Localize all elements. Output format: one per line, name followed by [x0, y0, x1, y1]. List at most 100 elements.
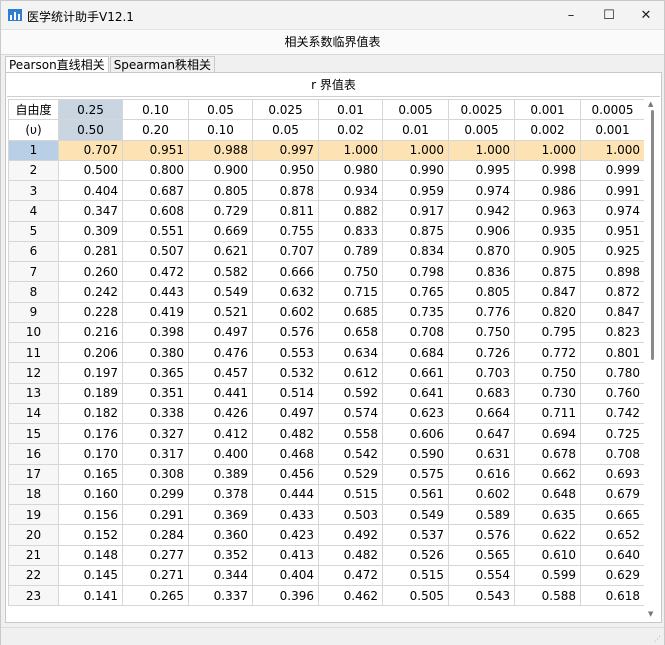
column-header[interactable]: 0.50 — [58, 119, 123, 141]
table-cell[interactable]: 0.145 — [58, 564, 123, 587]
column-header[interactable]: 0.20 — [122, 119, 189, 141]
table-cell[interactable]: 0.942 — [448, 200, 515, 222]
table-cell[interactable]: 0.529 — [318, 463, 383, 485]
table-row[interactable]: 3 0.404 0.687 0.805 0.878 0.934 0.959 0.974 0.98… — [8, 179, 644, 202]
table-cell[interactable]: 0.725 — [580, 422, 644, 445]
table-cell[interactable]: 0.351 — [122, 382, 189, 404]
table-cell[interactable]: 0.664 — [448, 402, 515, 425]
table-cell[interactable]: 0.836 — [448, 260, 515, 283]
table-cell[interactable]: 0.750 — [448, 321, 515, 344]
table-cell[interactable]: 0.662 — [514, 463, 581, 485]
table-cell[interactable]: 0.242 — [58, 281, 123, 303]
vertical-scrollbar[interactable]: ▲ ▼ — [646, 100, 658, 618]
table-row[interactable]: 9 0.228 0.419 0.521 0.602 0.685 0.735 0.776 0.82… — [8, 301, 644, 323]
column-header[interactable]: 0.10 — [122, 99, 189, 121]
table-cell[interactable]: 0.216 — [58, 321, 123, 344]
table-row[interactable]: 6 0.281 0.507 0.621 0.707 0.789 0.834 0.870 0.90… — [8, 240, 644, 263]
table-cell[interactable]: 0.426 — [188, 402, 253, 425]
table-cell[interactable]: 0.599 — [514, 564, 581, 587]
table-cell[interactable]: 0.847 — [580, 301, 644, 323]
table-cell[interactable]: 0.423 — [252, 524, 319, 546]
table-cell[interactable]: 0.729 — [188, 200, 253, 222]
title-bar[interactable]: 医学统计助手V12.1 – ☐ ✕ — [1, 1, 664, 29]
column-header[interactable]: 0.005 — [382, 99, 449, 121]
column-header[interactable]: 0.01 — [318, 99, 383, 121]
table-cell[interactable]: 0.176 — [58, 422, 123, 445]
table-cell[interactable]: 0.847 — [514, 281, 581, 303]
row-header[interactable]: 23 — [8, 584, 59, 607]
table-cell[interactable]: 0.652 — [580, 524, 644, 546]
table-cell[interactable]: 0.360 — [188, 524, 253, 546]
row-header[interactable]: 18 — [8, 483, 59, 506]
table-row[interactable]: 7 0.260 0.472 0.582 0.666 0.750 0.798 0.836 0.87… — [8, 260, 644, 283]
table-cell[interactable]: 0.396 — [252, 584, 319, 607]
table-cell[interactable]: 0.760 — [580, 382, 644, 404]
table-cell[interactable]: 0.684 — [382, 341, 449, 364]
table-cell[interactable]: 0.998 — [514, 159, 581, 182]
table-row[interactable]: 8 0.242 0.443 0.549 0.632 0.715 0.765 0.805 0.84… — [8, 281, 644, 303]
table-cell[interactable]: 0.823 — [580, 321, 644, 344]
row-header[interactable]: 2 — [8, 159, 59, 182]
row-header[interactable]: 20 — [8, 524, 59, 546]
table-cell[interactable]: 0.755 — [252, 220, 319, 242]
column-header[interactable]: 0.002 — [514, 119, 581, 141]
table-cell[interactable]: 0.514 — [252, 382, 319, 404]
table-cell[interactable]: 0.554 — [448, 564, 515, 587]
table-cell[interactable]: 0.588 — [514, 584, 581, 607]
row-header[interactable]: 11 — [8, 341, 59, 364]
table-cell[interactable]: 0.834 — [382, 240, 449, 263]
table-cell[interactable]: 0.811 — [252, 200, 319, 222]
table-cell[interactable]: 0.693 — [580, 463, 644, 485]
table-row[interactable]: 11 0.206 0.380 0.476 0.553 0.634 0.684 0.726 0.7… — [8, 341, 644, 364]
row-header[interactable]: 10 — [8, 321, 59, 344]
table-cell[interactable]: 0.631 — [448, 443, 515, 465]
table-cell[interactable]: 0.805 — [188, 179, 253, 202]
table-cell[interactable]: 0.419 — [122, 301, 189, 323]
table-cell[interactable]: 0.634 — [318, 341, 383, 364]
row-header[interactable]: 19 — [8, 503, 59, 526]
table-cell[interactable]: 0.472 — [122, 260, 189, 283]
table-cell[interactable]: 0.640 — [580, 544, 644, 566]
table-cell[interactable]: 0.666 — [252, 260, 319, 283]
column-header[interactable]: 0.0005 — [580, 99, 644, 121]
table-cell[interactable]: 0.608 — [122, 200, 189, 222]
row-header[interactable]: 6 — [8, 240, 59, 263]
table-row[interactable]: 13 0.189 0.351 0.441 0.514 0.592 0.641 0.683 0.7… — [8, 382, 644, 404]
row-header[interactable]: 21 — [8, 544, 59, 566]
column-header[interactable]: 0.05 — [252, 119, 319, 141]
table-cell[interactable]: 0.492 — [318, 524, 383, 546]
table-row[interactable]: 10 0.216 0.398 0.497 0.576 0.658 0.708 0.750 0.7… — [8, 321, 644, 344]
table-cell[interactable]: 1.000 — [448, 139, 515, 161]
table-cell[interactable]: 0.780 — [580, 362, 644, 384]
table-cell[interactable]: 0.542 — [318, 443, 383, 465]
table-row[interactable]: 21 0.148 0.277 0.352 0.413 0.482 0.526 0.565 0.6… — [8, 544, 644, 566]
row-header[interactable]: 14 — [8, 402, 59, 425]
table-cell[interactable]: 0.950 — [252, 159, 319, 182]
table-cell[interactable]: 0.665 — [580, 503, 644, 526]
table-cell[interactable]: 0.610 — [514, 544, 581, 566]
table-cell[interactable]: 0.389 — [188, 463, 253, 485]
table-cell[interactable]: 0.661 — [382, 362, 449, 384]
row-header[interactable]: 17 — [8, 463, 59, 485]
column-header[interactable]: 0.05 — [188, 99, 253, 121]
table-cell[interactable]: 0.271 — [122, 564, 189, 587]
table-cell[interactable]: 0.532 — [252, 362, 319, 384]
table-cell[interactable]: 0.576 — [448, 524, 515, 546]
table-row[interactable]: 12 0.197 0.365 0.457 0.532 0.612 0.661 0.703 0.7… — [8, 362, 644, 384]
row-header[interactable]: 15 — [8, 422, 59, 445]
table-cell[interactable]: 0.629 — [580, 564, 644, 587]
table-cell[interactable]: 0.592 — [318, 382, 383, 404]
close-button[interactable]: ✕ — [628, 1, 664, 29]
column-header[interactable]: 0.10 — [188, 119, 253, 141]
column-header[interactable]: 0.25 — [58, 99, 123, 121]
scroll-down-icon[interactable]: ▼ — [648, 610, 653, 618]
table-cell[interactable]: 0.505 — [382, 584, 449, 607]
row-header-label[interactable]: (υ) — [8, 119, 59, 141]
table-cell[interactable]: 0.574 — [318, 402, 383, 425]
table-cell[interactable]: 0.575 — [382, 463, 449, 485]
table-cell[interactable]: 0.735 — [382, 301, 449, 323]
table-cell[interactable]: 0.433 — [252, 503, 319, 526]
table-cell[interactable]: 0.991 — [580, 179, 644, 202]
row-header[interactable]: 5 — [8, 220, 59, 242]
table-row[interactable]: 14 0.182 0.338 0.426 0.497 0.574 0.623 0.664 0.7… — [8, 402, 644, 425]
